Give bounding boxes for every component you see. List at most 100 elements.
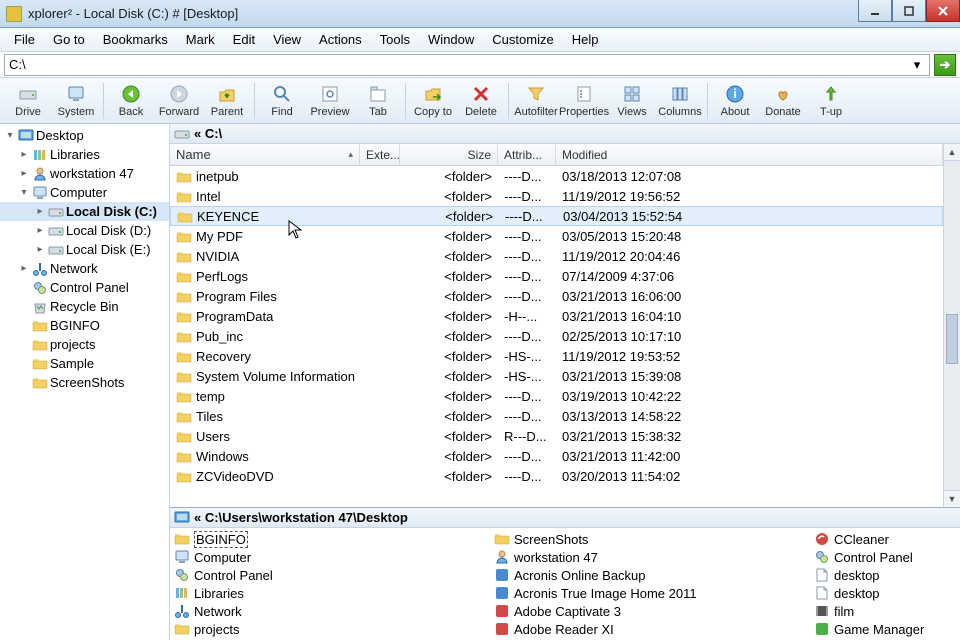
- table-row[interactable]: ZCVideoDVD<folder>----D...03/20/2013 11:…: [170, 466, 943, 486]
- tree-item-libraries[interactable]: ▸Libraries: [0, 145, 169, 164]
- list-item[interactable]: desktop: [812, 566, 958, 584]
- table-row[interactable]: Windows<folder>----D...03/21/2013 11:42:…: [170, 446, 943, 466]
- menu-help[interactable]: Help: [564, 30, 607, 49]
- list-item[interactable]: Control Panel: [812, 548, 958, 566]
- toolbar-drive-button[interactable]: Drive: [4, 79, 52, 123]
- toolbar-delete-button[interactable]: Delete: [457, 79, 505, 123]
- list-item[interactable]: Control Panel: [172, 566, 492, 584]
- column-header-modified[interactable]: Modified: [556, 144, 943, 165]
- menu-mark[interactable]: Mark: [178, 30, 223, 49]
- list-item[interactable]: Acronis Online Backup: [492, 566, 812, 584]
- menu-go-to[interactable]: Go to: [45, 30, 93, 49]
- tree-item-workstation-47[interactable]: ▸workstation 47: [0, 164, 169, 183]
- tree-twisty-icon[interactable]: ▸: [34, 206, 46, 217]
- list-item[interactable]: projects: [172, 620, 492, 638]
- toolbar-columns-button[interactable]: Columns: [656, 79, 704, 123]
- menu-customize[interactable]: Customize: [484, 30, 561, 49]
- menu-window[interactable]: Window: [420, 30, 482, 49]
- scroll-up-button[interactable]: ▲: [944, 144, 960, 161]
- tree-item-recycle-bin[interactable]: Recycle Bin: [0, 297, 169, 316]
- table-row[interactable]: PerfLogs<folder>----D...07/14/2009 4:37:…: [170, 266, 943, 286]
- toolbar-tup-button[interactable]: T-up: [807, 79, 855, 123]
- column-header-ext[interactable]: Exte...: [360, 144, 400, 165]
- table-row[interactable]: ProgramData<folder>-H--...03/21/2013 16:…: [170, 306, 943, 326]
- toolbar-forward-button[interactable]: Forward: [155, 79, 203, 123]
- list-item[interactable]: desktop: [812, 584, 958, 602]
- toolbar-autofilter-button[interactable]: Autofilter: [512, 79, 560, 123]
- pane2-icon-list[interactable]: BGINFOComputerControl PanelLibrariesNetw…: [170, 528, 960, 640]
- table-row[interactable]: System Volume Information<folder>-HS-...…: [170, 366, 943, 386]
- tree-twisty-icon[interactable]: ▸: [18, 149, 30, 160]
- list-item[interactable]: Libraries: [172, 584, 492, 602]
- list-item[interactable]: Computer: [172, 548, 492, 566]
- tree-item-sample[interactable]: Sample: [0, 354, 169, 373]
- menu-edit[interactable]: Edit: [225, 30, 263, 49]
- toolbar-about-button[interactable]: iAbout: [711, 79, 759, 123]
- tree-twisty-icon[interactable]: ▸: [34, 225, 46, 236]
- tree-twisty-icon[interactable]: ▾: [18, 187, 30, 198]
- table-row[interactable]: Tiles<folder>----D...03/13/2013 14:58:22: [170, 406, 943, 426]
- address-dropdown-button[interactable]: ▾: [909, 54, 925, 76]
- scroll-thumb[interactable]: [946, 314, 958, 364]
- scroll-down-button[interactable]: ▼: [944, 490, 960, 507]
- list-item[interactable]: Game Manager: [812, 620, 958, 638]
- list-item[interactable]: BGINFO: [172, 530, 492, 548]
- list-item[interactable]: workstation 47: [492, 548, 812, 566]
- table-row[interactable]: temp<folder>----D...03/19/2013 10:42:22: [170, 386, 943, 406]
- toolbar-back-button[interactable]: Back: [107, 79, 155, 123]
- maximize-button[interactable]: [892, 0, 926, 22]
- toolbar-views-button[interactable]: Views: [608, 79, 656, 123]
- toolbar-find-button[interactable]: Find: [258, 79, 306, 123]
- tree-twisty-icon[interactable]: ▾: [4, 130, 16, 141]
- list-item[interactable]: Adobe Captivate 3: [492, 602, 812, 620]
- toolbar-system-button[interactable]: System: [52, 79, 100, 123]
- tree-item-desktop[interactable]: ▾Desktop: [0, 126, 169, 145]
- table-row[interactable]: Recovery<folder>-HS-...11/19/2012 19:53:…: [170, 346, 943, 366]
- table-row[interactable]: Users<folder>R---D...03/21/2013 15:38:32: [170, 426, 943, 446]
- toolbar-tab-button[interactable]: Tab: [354, 79, 402, 123]
- tree-item-local-disk-c-[interactable]: ▸Local Disk (C:): [0, 202, 169, 221]
- menu-file[interactable]: File: [6, 30, 43, 49]
- toolbar-properties-button[interactable]: Properties: [560, 79, 608, 123]
- column-header-attr[interactable]: Attrib...: [498, 144, 556, 165]
- table-row[interactable]: Intel<folder>----D...11/19/2012 19:56:52: [170, 186, 943, 206]
- list-item[interactable]: Acronis True Image Home 2011: [492, 584, 812, 602]
- table-row[interactable]: Pub_inc<folder>----D...02/25/2013 10:17:…: [170, 326, 943, 346]
- tree-item-screenshots[interactable]: ScreenShots: [0, 373, 169, 392]
- menu-tools[interactable]: Tools: [372, 30, 418, 49]
- table-row[interactable]: KEYENCE<folder>----D...03/04/2013 15:52:…: [170, 206, 943, 226]
- minimize-button[interactable]: [858, 0, 892, 22]
- folder-tree[interactable]: ▾Desktop▸Libraries▸workstation 47▾Comput…: [0, 124, 170, 640]
- table-row[interactable]: NVIDIA<folder>----D...11/19/2012 20:04:4…: [170, 246, 943, 266]
- column-header-name[interactable]: Name▴: [170, 144, 360, 165]
- table-row[interactable]: My PDF<folder>----D...03/05/2013 15:20:4…: [170, 226, 943, 246]
- tree-item-control-panel[interactable]: Control Panel: [0, 278, 169, 297]
- menu-bookmarks[interactable]: Bookmarks: [95, 30, 176, 49]
- tree-item-bginfo[interactable]: BGINFO: [0, 316, 169, 335]
- tree-twisty-icon[interactable]: ▸: [18, 168, 30, 179]
- tree-item-network[interactable]: ▸Network: [0, 259, 169, 278]
- toolbar-donate-button[interactable]: Donate: [759, 79, 807, 123]
- close-button[interactable]: [926, 0, 960, 22]
- tree-twisty-icon[interactable]: ▸: [18, 263, 30, 274]
- list-item[interactable]: film: [812, 602, 958, 620]
- details-list[interactable]: Name▴ Exte... Size Attrib... Modified in…: [170, 144, 943, 507]
- tree-twisty-icon[interactable]: ▸: [34, 244, 46, 255]
- tree-item-computer[interactable]: ▾Computer: [0, 183, 169, 202]
- menu-view[interactable]: View: [265, 30, 309, 49]
- address-input[interactable]: [9, 57, 909, 72]
- list-item[interactable]: ScreenShots: [492, 530, 812, 548]
- toolbar-copyto-button[interactable]: Copy to: [409, 79, 457, 123]
- list-item[interactable]: Network: [172, 602, 492, 620]
- tree-item-projects[interactable]: projects: [0, 335, 169, 354]
- list-item[interactable]: Adobe Reader XI: [492, 620, 812, 638]
- tree-item-local-disk-e-[interactable]: ▸Local Disk (E:): [0, 240, 169, 259]
- address-box[interactable]: ▾: [4, 54, 930, 76]
- toolbar-parent-button[interactable]: Parent: [203, 79, 251, 123]
- go-button[interactable]: ➔: [934, 54, 956, 76]
- table-row[interactable]: Program Files<folder>----D...03/21/2013 …: [170, 286, 943, 306]
- vertical-scrollbar[interactable]: ▲ ▼: [943, 144, 960, 507]
- column-header-size[interactable]: Size: [400, 144, 498, 165]
- table-row[interactable]: inetpub<folder>----D...03/18/2013 12:07:…: [170, 166, 943, 186]
- menu-actions[interactable]: Actions: [311, 30, 370, 49]
